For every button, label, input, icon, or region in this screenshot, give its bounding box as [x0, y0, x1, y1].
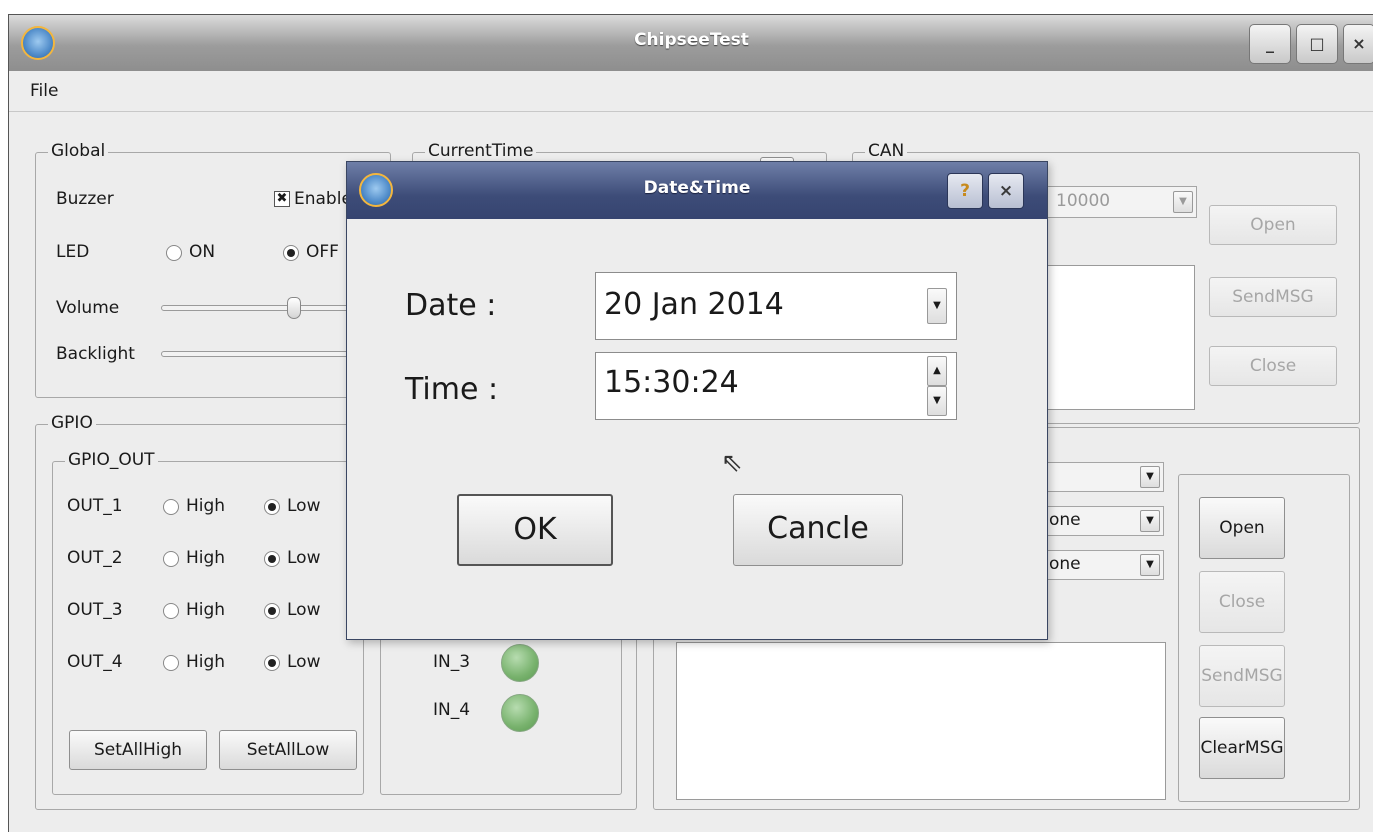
out2-low-label: Low: [287, 548, 321, 568]
out3-high-label: High: [186, 600, 226, 620]
led-on-radio[interactable]: [166, 245, 182, 261]
mouse-cursor-icon: ⇖: [721, 448, 743, 478]
serial-parity-arrow-icon[interactable]: ▼: [1140, 510, 1160, 532]
out3-low-radio[interactable]: [264, 603, 280, 619]
out1-low-label: Low: [287, 496, 321, 516]
set-all-low-button[interactable]: SetAllLow: [219, 730, 357, 770]
out2-high-radio[interactable]: [163, 551, 179, 567]
led-on-label: ON: [189, 242, 216, 262]
can-group-title: CAN: [865, 141, 908, 161]
serial-open-button[interactable]: Open: [1199, 497, 1285, 559]
maximize-button[interactable]: □: [1296, 24, 1338, 64]
gpio-out-group: GPIO_OUT OUT_1 High Low OUT_2 High Low O…: [52, 450, 364, 795]
can-message-box[interactable]: [1039, 265, 1195, 410]
buzzer-enable-label: Enable: [294, 189, 352, 209]
out2-high-label: High: [186, 548, 226, 568]
volume-label: Volume: [56, 298, 120, 318]
out4-low-radio[interactable]: [264, 655, 280, 671]
out4-label: OUT_4: [67, 652, 123, 672]
set-all-high-button[interactable]: SetAllHigh: [69, 730, 207, 770]
out4-high-radio[interactable]: [163, 655, 179, 671]
in3-label: IN_3: [433, 652, 471, 672]
volume-slider-handle[interactable]: [287, 297, 301, 319]
serial-close-button[interactable]: Close: [1199, 571, 1285, 633]
out1-high-label: High: [186, 496, 226, 516]
in4-led-icon: [501, 694, 539, 732]
out3-low-label: Low: [287, 600, 321, 620]
out2-label: OUT_2: [67, 548, 123, 568]
time-field[interactable]: 15:30:24: [595, 352, 957, 420]
out3-high-radio[interactable]: [163, 603, 179, 619]
in4-label: IN_4: [433, 700, 471, 720]
menu-file[interactable]: File: [30, 81, 58, 101]
out1-label: OUT_1: [67, 496, 123, 516]
serial-sendmsg-button[interactable]: SendMSG: [1199, 645, 1285, 707]
gpio-out-group-title: GPIO_OUT: [65, 450, 158, 470]
led-off-radio[interactable]: [283, 245, 299, 261]
can-close-button[interactable]: Close: [1209, 346, 1337, 386]
dialog-titlebar[interactable]: Date&Time ? ×: [347, 162, 1047, 219]
can-open-button[interactable]: Open: [1209, 205, 1337, 245]
in3-led-icon: [501, 644, 539, 682]
global-group-title: Global: [48, 141, 109, 161]
led-off-label: OFF: [306, 242, 339, 262]
ok-button[interactable]: OK: [457, 494, 613, 566]
led-label: LED: [56, 242, 90, 262]
can-bitrate-arrow-icon[interactable]: ▼: [1173, 191, 1193, 213]
time-label: Time :: [405, 372, 499, 407]
gpio-group-title: GPIO: [48, 413, 96, 433]
menu-bar: File: [9, 71, 1373, 112]
dialog-close-icon[interactable]: ×: [988, 173, 1024, 209]
date-label: Date :: [405, 288, 497, 323]
serial-flow-arrow-icon[interactable]: ▼: [1140, 554, 1160, 576]
serial-buttons-group: Open Close SendMSG ClearMSG: [1178, 474, 1350, 802]
serial-clearmsg-button[interactable]: ClearMSG: [1199, 717, 1285, 779]
out2-low-radio[interactable]: [264, 551, 280, 567]
serial-message-box[interactable]: [676, 642, 1166, 800]
window-title: ChipseeTest: [634, 30, 749, 50]
can-sendmsg-button[interactable]: SendMSG: [1209, 277, 1337, 317]
current-time-group-title: CurrentTime: [425, 141, 537, 161]
help-icon[interactable]: ?: [947, 173, 983, 209]
window-titlebar[interactable]: ChipseeTest _ □ ×: [9, 15, 1373, 72]
backlight-label: Backlight: [56, 344, 135, 364]
date-dropdown-arrow-icon[interactable]: ▼: [927, 288, 947, 324]
out3-label: OUT_3: [67, 600, 123, 620]
serial-port-arrow-icon[interactable]: ▼: [1140, 466, 1160, 488]
minimize-button[interactable]: _: [1249, 24, 1291, 64]
time-up-arrow-icon[interactable]: ▲: [927, 356, 947, 386]
close-button[interactable]: ×: [1343, 24, 1373, 64]
date-time-dialog: Date&Time ? × Date : 20 Jan 2014 ▼ Time …: [346, 161, 1048, 640]
buzzer-label: Buzzer: [56, 189, 114, 209]
cancel-button[interactable]: Cancle: [733, 494, 903, 566]
out1-low-radio[interactable]: [264, 499, 280, 515]
dialog-title: Date&Time: [643, 178, 751, 198]
out4-low-label: Low: [287, 652, 321, 672]
date-field[interactable]: 20 Jan 2014: [595, 272, 957, 340]
buzzer-enable-checkbox[interactable]: ✖: [274, 191, 290, 207]
time-down-arrow-icon[interactable]: ▼: [927, 386, 947, 416]
global-group: Global Buzzer ✖ Enable LED ON OFF Volume…: [35, 141, 391, 398]
out1-high-radio[interactable]: [163, 499, 179, 515]
out4-high-label: High: [186, 652, 226, 672]
